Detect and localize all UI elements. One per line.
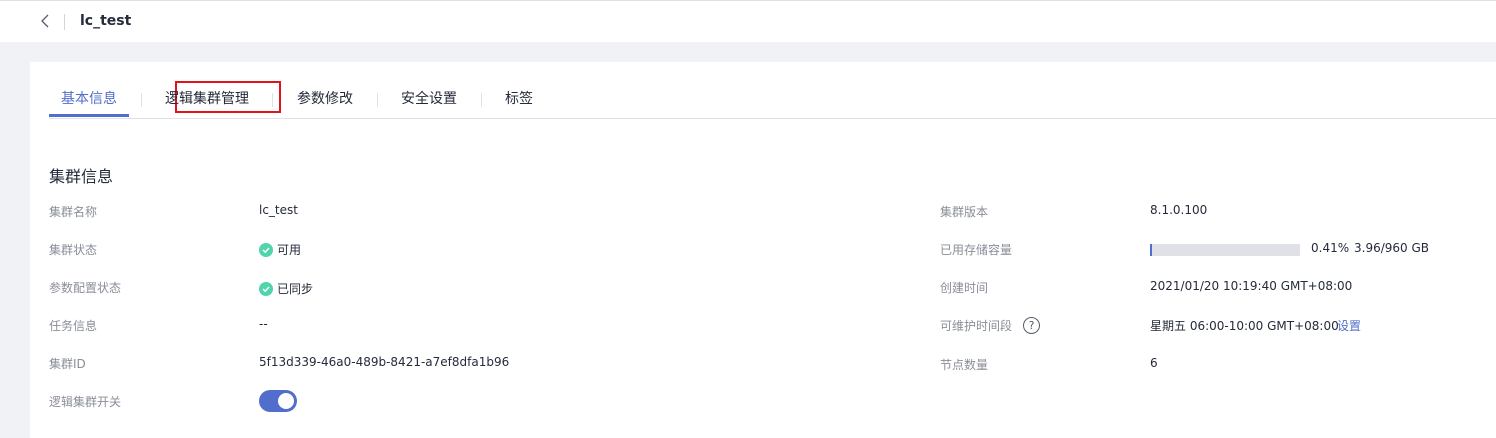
storage-capacity: 3.96/960 GB — [1354, 241, 1430, 255]
tab-tags[interactable]: 标签 — [505, 88, 533, 118]
tab-label: 参数修改 — [297, 91, 353, 107]
tab-basic-info[interactable]: 基本信息 — [49, 88, 129, 118]
tab-parameter-modification[interactable]: 参数修改 — [297, 88, 353, 118]
tab-logical-cluster-management[interactable]: 逻辑集群管理 — [165, 88, 249, 118]
param-config-status-label: 参数配置状态 — [49, 281, 122, 295]
cluster-id-label: 集群ID — [49, 357, 86, 371]
node-count-label: 节点数量 — [940, 358, 989, 372]
cluster-status-label: 集群状态 — [49, 243, 98, 257]
tab-separator — [481, 93, 482, 107]
cluster-name-label: 集群名称 — [49, 205, 98, 219]
maintenance-settings-link[interactable]: 设置 — [1337, 317, 1361, 334]
storage-progress-fill — [1150, 244, 1152, 256]
toggle-knob — [278, 393, 294, 409]
section-title: 集群信息 — [49, 167, 114, 186]
help-icon[interactable]: ? — [1023, 317, 1041, 334]
chevron-left-icon — [41, 14, 49, 28]
active-tab-indicator — [49, 114, 129, 117]
logical-cluster-switch-label: 逻辑集群开关 — [49, 395, 122, 409]
back-button[interactable] — [36, 11, 54, 31]
storage-progress-bar — [1150, 244, 1300, 256]
tab-separator — [141, 93, 142, 107]
logical-cluster-toggle[interactable] — [259, 390, 297, 412]
cluster-version-label: 集群版本 — [940, 205, 989, 219]
success-icon — [259, 281, 273, 296]
tab-divider-line — [49, 118, 1496, 119]
page-title: lc_test — [80, 13, 132, 29]
tab-separator — [272, 93, 273, 107]
cluster-version-value: 8.1.0.100 — [1150, 203, 1208, 217]
top-bar: lc_test — [0, 0, 1496, 42]
cluster-name-value: lc_test — [259, 203, 298, 217]
tab-label: 标签 — [505, 91, 533, 107]
created-time-value: 2021/01/20 10:19:40 GMT+08:00 — [1150, 279, 1353, 293]
main-card: 基本信息 逻辑集群管理 参数修改 安全设置 标签 集群信息 集群名称 lc_te… — [30, 62, 1496, 438]
tab-label: 安全设置 — [401, 91, 457, 107]
param-config-status-text: 已同步 — [277, 282, 314, 296]
node-count-value: 6 — [1150, 356, 1158, 370]
tab-security-settings[interactable]: 安全设置 — [401, 88, 457, 118]
created-time-label: 创建时间 — [940, 281, 989, 295]
tab-label: 逻辑集群管理 — [165, 91, 249, 107]
param-config-status-value: 已同步 — [259, 280, 313, 297]
maintenance-window-label: 可维护时间段 — [940, 319, 1013, 333]
tab-label: 基本信息 — [61, 91, 117, 107]
tab-separator — [377, 93, 378, 107]
cluster-status-value: 可用 — [259, 241, 301, 258]
tab-bar: 基本信息 逻辑集群管理 参数修改 安全设置 标签 — [49, 81, 1496, 118]
task-info-label: 任务信息 — [49, 319, 98, 333]
left-edge — [0, 42, 10, 438]
divider — [64, 14, 65, 30]
storage-percent: 0.41% — [1311, 241, 1350, 255]
success-icon — [259, 242, 273, 257]
cluster-id-value: 5f13d339-46a0-489b-8421-a7ef8dfa1b96 — [259, 355, 510, 369]
maintenance-window-value: 星期五 06:00-10:00 GMT+08:00 — [1150, 319, 1339, 333]
cluster-status-text: 可用 — [277, 243, 302, 257]
maintenance-window-label-group: 可维护时间段 ? — [940, 317, 1041, 334]
used-storage-label: 已用存储容量 — [940, 243, 1013, 257]
task-info-value: -- — [259, 317, 268, 331]
